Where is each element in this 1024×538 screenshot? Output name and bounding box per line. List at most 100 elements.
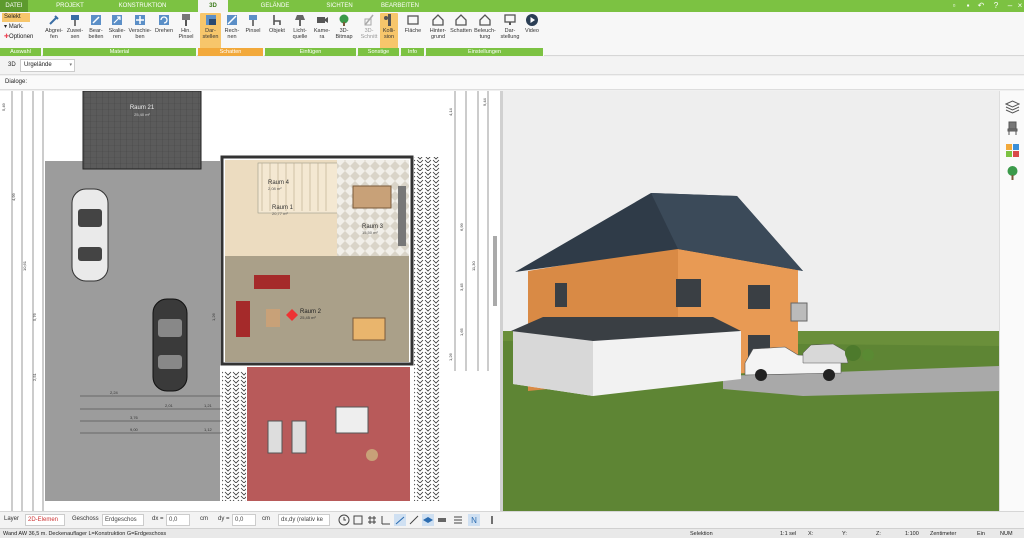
status-y: Y:	[842, 531, 847, 537]
hin-pinsel-button[interactable]: Hin. Pinsel	[176, 13, 196, 49]
mark-button[interactable]: ▾ Mark.	[2, 23, 24, 32]
geschoss-label: Geschoss	[72, 516, 99, 522]
skalieren-button[interactable]: Skalie- ren	[107, 13, 127, 49]
ortho-icon[interactable]	[380, 514, 392, 526]
play-icon	[526, 14, 538, 26]
tree-icon	[339, 14, 349, 26]
tab-projekt[interactable]: PROJEKT	[50, 0, 90, 12]
bearbeiten-button[interactable]: Bear- beiten	[86, 13, 106, 49]
close-icon[interactable]: ×	[1014, 1, 1024, 11]
driveway	[45, 161, 220, 501]
layers-icon[interactable]	[1005, 99, 1020, 114]
room-2-area: 25,45 m²	[300, 315, 316, 320]
dx-label: dx =	[152, 516, 164, 522]
dx-input[interactable]: 0,0	[166, 514, 190, 526]
wall-snap-icon[interactable]	[436, 514, 448, 526]
kollision-button[interactable]: Kolli- sion	[380, 13, 398, 49]
new-icon[interactable]: ▫	[948, 1, 960, 11]
terrain-select[interactable]: Urgelände ▾	[20, 59, 75, 72]
status-selektion: Selektion	[690, 531, 713, 537]
hintergrund-button[interactable]: Hinter- grund	[427, 13, 449, 49]
scale-icon	[112, 15, 122, 25]
layer-select[interactable]: 2D-Elemen	[25, 514, 65, 526]
chair-icon[interactable]	[1005, 121, 1020, 136]
flaeche-button[interactable]: Fläche	[402, 13, 424, 49]
schatten-settings-button[interactable]: Schatten	[450, 13, 472, 49]
kamera-button[interactable]: Kame- ra	[312, 13, 332, 49]
zuweisen-button[interactable]: Zuwei- sen	[65, 13, 85, 49]
tab-bearbeiten[interactable]: BEARBEITEN	[375, 0, 425, 12]
tab-3d[interactable]: 3D	[198, 0, 228, 12]
layer-snap-icon[interactable]	[422, 514, 434, 526]
3d-schnitt-button[interactable]: 3D- Schnitt	[359, 13, 379, 49]
bearbeiten-label: Bear- beiten	[88, 28, 104, 40]
verschieben-button[interactable]: Verschie- ben	[128, 13, 152, 49]
kollision-label: Kolli- sion	[382, 28, 396, 40]
selekt-button[interactable]: Selekt	[2, 13, 30, 22]
house-shadow-icon	[455, 14, 467, 26]
room-21-area: 25,40 m²	[134, 112, 150, 117]
group-auswahl: Auswahl	[0, 48, 42, 56]
paintbrush-icon	[182, 14, 190, 26]
point-snap-icon[interactable]	[408, 514, 420, 526]
balcony	[790, 302, 808, 322]
clock-icon[interactable]	[338, 514, 350, 526]
dy-label: dy =	[218, 516, 230, 522]
dy-input[interactable]: 0,0	[232, 514, 256, 526]
kitchen-counter	[398, 186, 406, 246]
dialog-label: Dialoge:	[5, 79, 28, 85]
edit-material-icon	[91, 15, 101, 25]
north-icon[interactable]: N	[468, 514, 480, 526]
geschoss-select[interactable]: Erdgeschos	[102, 514, 144, 526]
optionen-button[interactable]: ✚Optionen	[2, 33, 33, 42]
more-options-icon[interactable]	[486, 514, 498, 526]
tab-gelaende[interactable]: GELÄNDE	[255, 0, 295, 12]
3d-bitmap-label: 3D- Bitmap	[335, 28, 353, 40]
car-top-view	[71, 188, 109, 282]
angle-snap-icon[interactable]	[394, 514, 406, 526]
grill	[366, 449, 378, 461]
darstellung-button[interactable]: Dar- stellung	[499, 13, 521, 49]
chevron-down-icon: ▾	[69, 62, 72, 68]
material-palette-icon[interactable]	[1005, 143, 1020, 158]
pinsel-button[interactable]: Pinsel	[243, 13, 263, 49]
3d-view-canvas[interactable]	[503, 91, 999, 511]
lichtquelle-button[interactable]: Licht- quelle	[289, 13, 311, 49]
tree-icon[interactable]	[1005, 165, 1020, 180]
undo-icon[interactable]: ↶	[975, 1, 987, 11]
video-button[interactable]: Video	[522, 13, 542, 49]
snap-icon[interactable]	[352, 514, 364, 526]
print-icon[interactable]: ▪	[962, 1, 974, 11]
shadow-brush-icon	[249, 15, 257, 26]
lounger-2	[291, 420, 307, 454]
tab-sichten[interactable]: SICHTEN	[322, 0, 357, 12]
abgreifen-button[interactable]: Abgrei- fen	[44, 13, 64, 49]
objekt-button[interactable]: Objekt	[266, 13, 288, 49]
schatten-settings-label: Schatten	[450, 28, 472, 34]
rechnen-button[interactable]: Rech- nen	[222, 13, 242, 49]
floor-plan-canvas[interactable]: Raum 21 25,40 m² Raum 4 2,08 m² Raum 1 2…	[0, 91, 500, 511]
pipette-icon	[49, 15, 59, 25]
beleuchtung-button[interactable]: Beleuch- tung	[473, 13, 497, 49]
bush	[862, 349, 874, 361]
tab-konstruktion[interactable]: KONSTRUKTION	[115, 0, 170, 12]
table-icon[interactable]	[452, 514, 464, 526]
group-schatten: Schatten	[198, 48, 264, 56]
group-info: Info	[401, 48, 425, 56]
drehen-button[interactable]: Drehen	[153, 13, 175, 49]
help-icon[interactable]: ?	[990, 1, 1002, 11]
status-message: Wand AW 36,5 m. Deckenauflager L=Konstru…	[3, 531, 167, 537]
rechnen-label: Rech- nen	[224, 28, 240, 40]
coordinate-mode-select[interactable]: dx,dy (relativ ke	[278, 514, 330, 526]
vertical-scrollbar[interactable]	[493, 236, 497, 306]
status-bar: Wand AW 36,5 m. Deckenauflager L=Konstru…	[0, 528, 1024, 538]
grid-icon[interactable]	[366, 514, 378, 526]
tab-datei[interactable]: DATEI	[0, 0, 28, 12]
darstellen-button[interactable]: Dar- stellen	[200, 13, 221, 49]
3d-bitmap-button[interactable]: 3D- Bitmap	[333, 13, 355, 49]
terrain-select-value: Urgelände	[24, 62, 52, 68]
coordinate-mode-value: dx,dy (relativ ke	[281, 517, 324, 523]
dim-bottom-4: 1,21	[204, 403, 213, 408]
group-einfuegen: Einfügen	[265, 48, 357, 56]
kamera-label: Kame- ra	[313, 28, 331, 40]
